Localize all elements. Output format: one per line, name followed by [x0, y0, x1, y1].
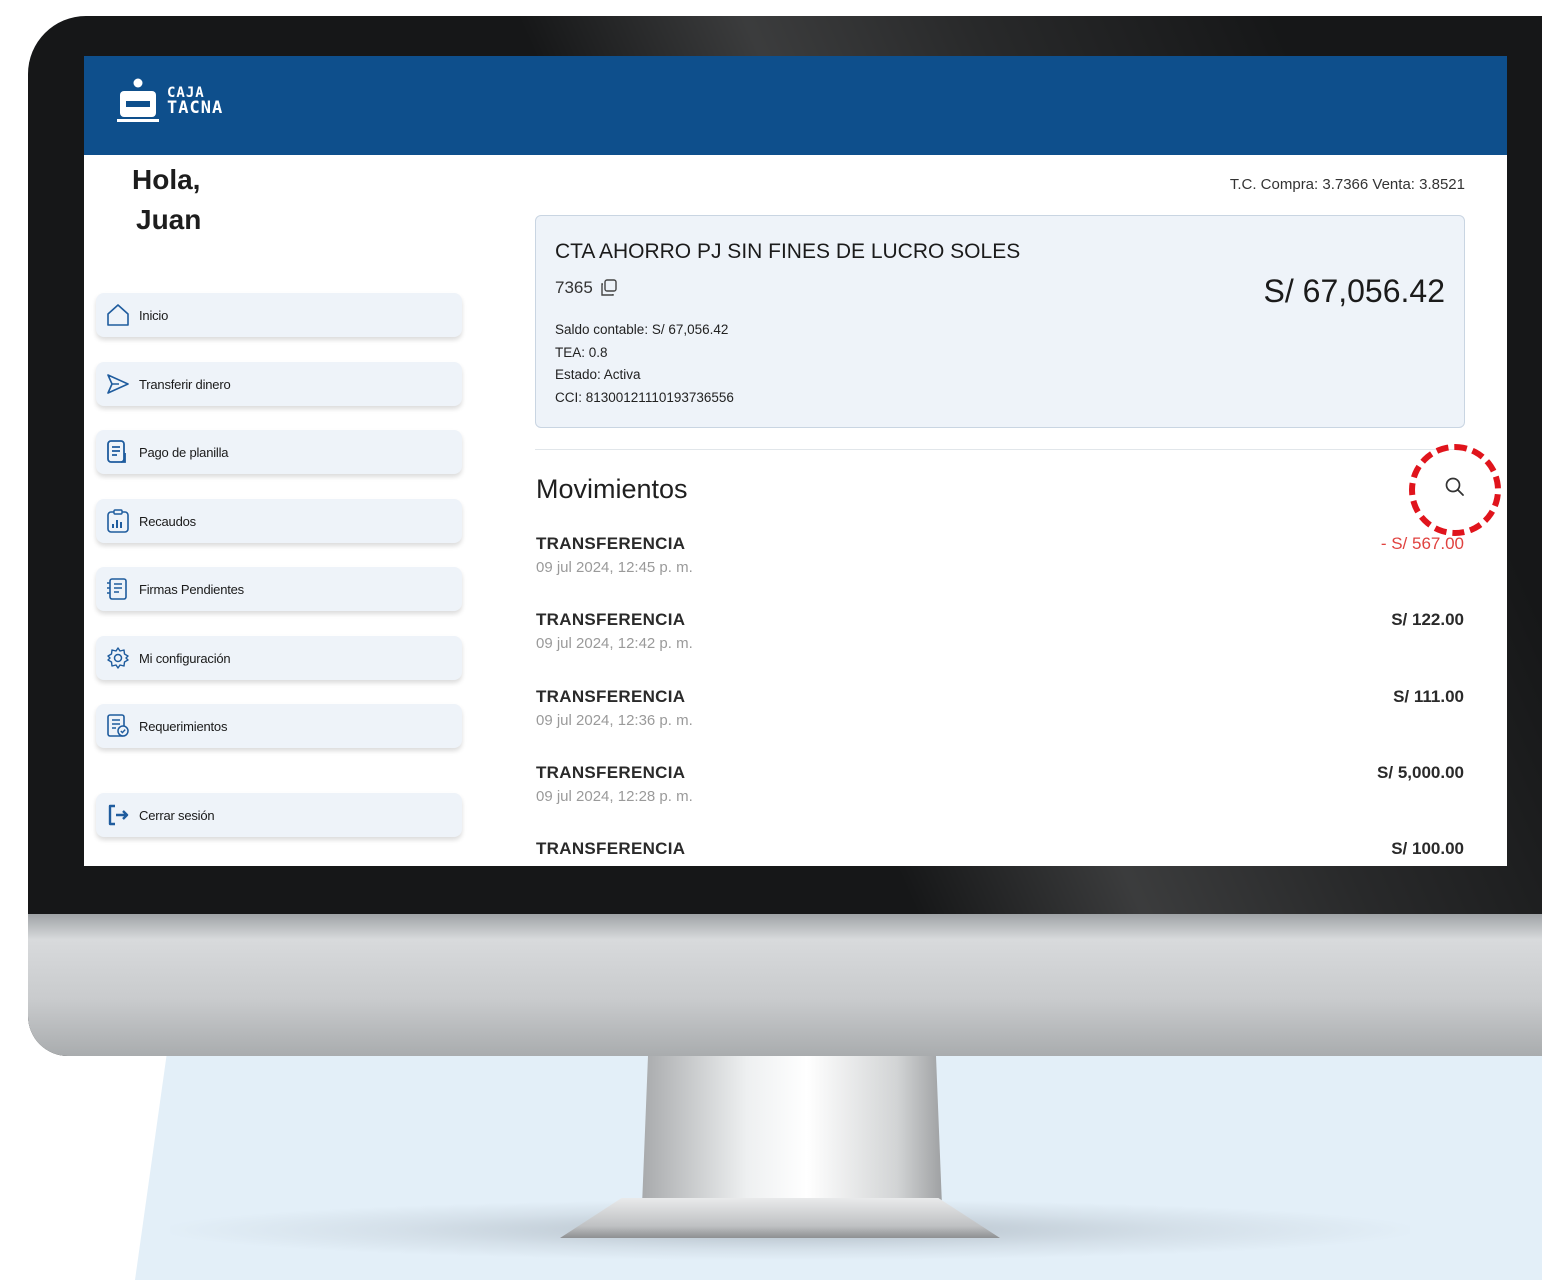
sidebar-item-pago-planilla[interactable]: Pago de planilla — [96, 430, 462, 474]
divider — [535, 449, 1463, 450]
sidebar-item-label: Mi configuración — [139, 650, 231, 666]
monitor-chin — [28, 914, 1542, 1056]
movement-row[interactable]: TRANSFERENCIA S/ 100.00 — [536, 839, 1464, 866]
movement-amount: - S/ 567.00 — [1380, 534, 1464, 553]
gear-icon — [105, 645, 131, 671]
send-icon — [105, 371, 131, 397]
sidebar-item-firmas-pendientes[interactable]: Firmas Pendientes — [96, 567, 462, 611]
movement-type: TRANSFERENCIA — [536, 610, 686, 629]
sidebar-item-label: Inicio — [139, 307, 169, 323]
account-card[interactable]: CTA AHORRO PJ SIN FINES DE LUCRO SOLES 7… — [535, 215, 1465, 428]
movement-row[interactable]: TRANSFERENCIA 09 jul 2024, 12:36 p. m. S… — [536, 687, 1464, 737]
movement-amount: S/ 100.00 — [1391, 839, 1464, 858]
movement-type: TRANSFERENCIA — [536, 763, 686, 782]
caja-tacna-logo[interactable]: CAJA TACNA — [117, 78, 223, 124]
sidebar-item-recaudos[interactable]: Recaudos — [96, 499, 462, 543]
account-number: 7365 — [555, 278, 619, 298]
movement-date: 09 jul 2024, 12:42 p. m. — [536, 635, 693, 652]
logo-icon — [117, 78, 159, 124]
movement-type: TRANSFERENCIA — [536, 839, 686, 858]
movement-amount: S/ 111.00 — [1393, 687, 1464, 706]
greeting-hello: Hola, — [132, 164, 201, 195]
logo-line-2: TACNA — [167, 97, 224, 118]
sidebar-item-inicio[interactable]: Inicio — [96, 293, 462, 337]
document-icon — [105, 439, 131, 465]
sidebar-item-label: Requerimientos — [139, 718, 228, 734]
movement-date: 09 jul 2024, 12:45 p. m. — [536, 559, 693, 576]
saldo-contable: Saldo contable: S/ 67,056.42 — [555, 322, 729, 337]
top-bar: CAJA TACNA — [84, 56, 1507, 155]
home-icon — [105, 302, 131, 328]
movement-row[interactable]: TRANSFERENCIA 09 jul 2024, 12:45 p. m. -… — [536, 534, 1464, 584]
sidebar-item-label: Pago de planilla — [139, 444, 229, 460]
movement-amount: S/ 122.00 — [1391, 610, 1464, 629]
logout-icon — [105, 802, 131, 828]
greeting: Hola, Juan — [132, 160, 201, 240]
app-screen: CAJA TACNA Hola, Juan Inicio Transferir … — [84, 56, 1507, 866]
chart-clipboard-icon — [105, 508, 131, 534]
signature-doc-icon — [105, 576, 131, 602]
account-status: Estado: Activa — [555, 367, 641, 382]
movement-row[interactable]: TRANSFERENCIA 09 jul 2024, 12:28 p. m. S… — [536, 763, 1464, 813]
sidebar-item-label: Transferir dinero — [139, 376, 231, 392]
account-balance: S/ 67,056.42 — [1263, 273, 1445, 309]
movement-type: TRANSFERENCIA — [536, 534, 686, 553]
account-number-value: 7365 — [555, 278, 593, 297]
sidebar-item-requerimientos[interactable]: Requerimientos — [96, 704, 462, 748]
movement-date: 09 jul 2024, 12:28 p. m. — [536, 788, 693, 805]
monitor-foot — [560, 1198, 1000, 1238]
account-cci: CCI: 81300121110193736556 — [555, 389, 734, 405]
greeting-name: Juan — [136, 204, 202, 235]
sidebar-item-transferir[interactable]: Transferir dinero — [96, 362, 462, 406]
movement-type: TRANSFERENCIA — [536, 687, 686, 706]
logo-wordmark: CAJA TACNA — [167, 86, 223, 117]
movement-row[interactable]: TRANSFERENCIA 09 jul 2024, 12:42 p. m. S… — [536, 610, 1464, 660]
monitor-stand — [642, 1056, 942, 1206]
account-details: Saldo contable: S/ 67,056.42 TEA: 0.8 Es… — [555, 319, 734, 409]
request-doc-icon — [105, 713, 131, 739]
movement-date: 09 jul 2024, 12:36 p. m. — [536, 712, 693, 729]
movement-amount: S/ 5,000.00 — [1377, 763, 1464, 782]
copy-icon[interactable] — [599, 278, 619, 298]
exchange-rate: T.C. Compra: 3.7366 Venta: 3.8521 — [1229, 176, 1465, 193]
tea: TEA: 0.8 — [555, 344, 608, 360]
search-icon[interactable] — [1442, 474, 1468, 500]
account-title: CTA AHORRO PJ SIN FINES DE LUCRO SOLES — [555, 240, 1021, 263]
logout-button[interactable]: Cerrar sesión — [96, 793, 462, 837]
sidebar-item-mi-configuracion[interactable]: Mi configuración — [96, 636, 462, 680]
sidebar-item-label: Recaudos — [139, 513, 196, 529]
movements-title: Movimientos — [536, 474, 688, 504]
sidebar-item-label: Firmas Pendientes — [139, 581, 244, 597]
logout-label: Cerrar sesión — [139, 807, 215, 823]
